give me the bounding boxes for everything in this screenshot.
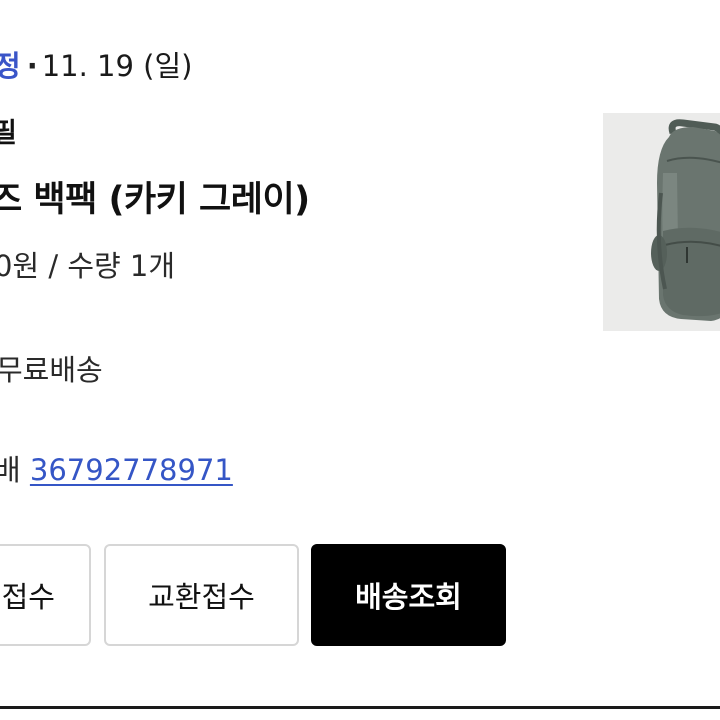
bottom-divider [0,706,720,709]
shipping-fee: 무료배송 [0,353,103,387]
track-delivery-button[interactable]: 배송조회 [311,544,506,646]
return-request-button[interactable]: 접수 [0,544,91,646]
tracking-prefix: 배 [0,453,21,487]
brand-name[interactable]: 필 [0,116,17,152]
product-thumbnail[interactable] [603,113,720,331]
product-name[interactable]: 즈 백팩 (카키 그레이) [0,176,310,224]
tracking-line: 배 36792778971 [0,449,233,491]
price-quantity: 0원 / 수량 1개 [0,249,176,283]
order-status-line: 정 · 11. 19 (일) [0,46,192,86]
order-date: 11. 19 (일) [41,49,193,83]
order-status: 정 [0,49,21,83]
tracking-number-link[interactable]: 36792778971 [30,453,233,487]
exchange-request-button[interactable]: 교환접수 [104,544,299,646]
separator-dot: · [26,49,38,83]
backpack-image [651,119,720,321]
